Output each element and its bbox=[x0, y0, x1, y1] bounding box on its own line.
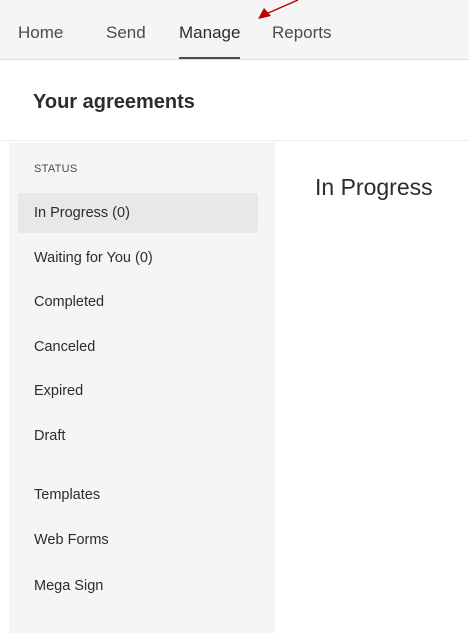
sidebar-item-in-progress[interactable]: In Progress (0) bbox=[18, 193, 258, 233]
sidebar-item-expired[interactable]: Expired bbox=[18, 371, 258, 411]
sidebar-item-web-forms[interactable]: Web Forms bbox=[18, 520, 258, 560]
sidebar-item-completed[interactable]: Completed bbox=[18, 282, 258, 322]
tab-send[interactable]: Send bbox=[106, 22, 146, 44]
page-title: Your agreements bbox=[33, 91, 195, 113]
sidebar-item-templates[interactable]: Templates bbox=[18, 475, 258, 515]
sidebar-item-mega-sign[interactable]: Mega Sign bbox=[18, 566, 258, 606]
tab-home[interactable]: Home bbox=[18, 22, 63, 44]
sidebar-item-waiting-for-you[interactable]: Waiting for You (0) bbox=[18, 238, 258, 278]
sidebar-item-canceled[interactable]: Canceled bbox=[18, 327, 258, 367]
content-title: In Progress bbox=[315, 174, 433, 200]
annotation-arrow-icon bbox=[258, 0, 299, 19]
sidebar-heading: STATUS bbox=[34, 163, 78, 175]
sidebar: STATUS In Progress (0) Waiting for You (… bbox=[9, 142, 275, 633]
top-nav: Home Send Manage Reports bbox=[0, 0, 469, 60]
sidebar-item-draft[interactable]: Draft bbox=[18, 416, 258, 456]
tab-manage[interactable]: Manage bbox=[179, 22, 241, 59]
page-header: Your agreements bbox=[0, 61, 469, 141]
